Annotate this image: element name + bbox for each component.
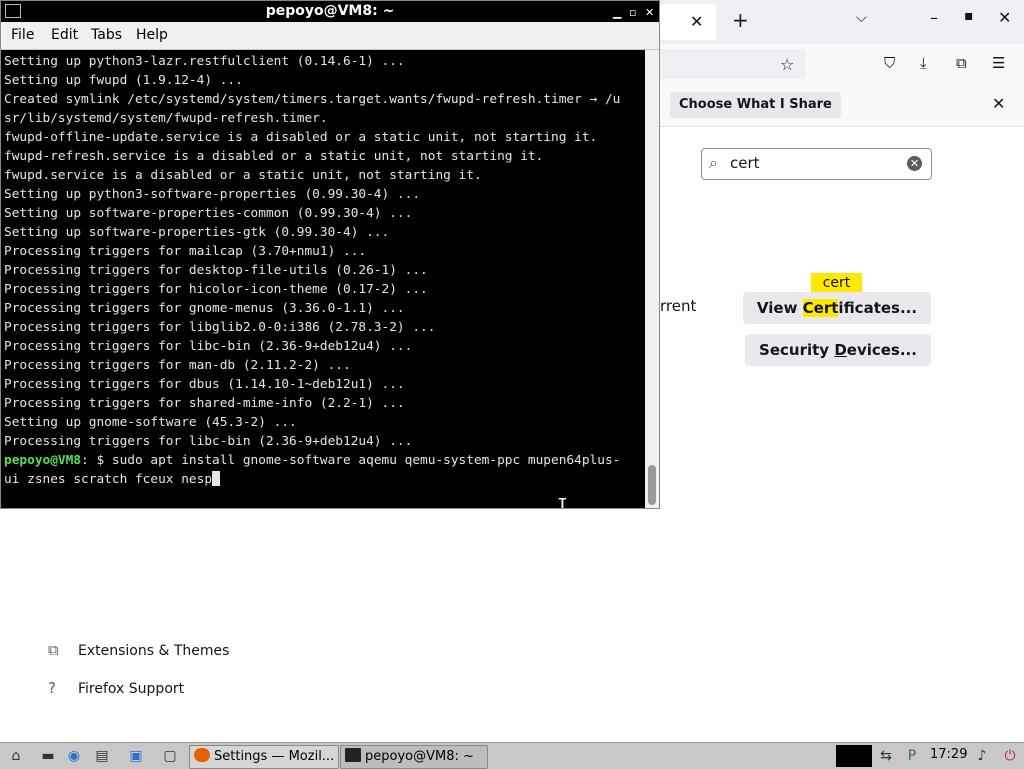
- terminal-app-icon: [5, 4, 21, 18]
- terminal-scrollbar[interactable]: [645, 50, 659, 508]
- show-desktop-icon[interactable]: ▬: [38, 746, 58, 766]
- scrollbar-thumb[interactable]: [648, 465, 656, 505]
- bookmark-star-icon[interactable]: ☆: [780, 55, 794, 74]
- choose-what-i-share-button[interactable]: Choose What I Share: [670, 92, 841, 118]
- file-manager-icon[interactable]: ▤: [92, 746, 112, 766]
- data-collection-notice-bar: Choose What I Share ✕: [660, 84, 1024, 127]
- terminal-menubar: File Edit Tabs Help: [1, 22, 659, 50]
- close-window-button[interactable]: ✕: [998, 8, 1011, 27]
- security-devices-label-end: evices...: [846, 341, 917, 359]
- pocket-icon[interactable]: ⛉: [884, 54, 895, 72]
- output-line: Processing triggers for man-db (2.11.2-2…: [4, 358, 351, 373]
- output-line: Processing triggers for shared-mime-info…: [4, 396, 405, 411]
- notice-close-icon[interactable]: ✕: [992, 94, 1005, 113]
- output-line: Setting up software-properties-common (0…: [4, 206, 413, 221]
- command-line: : $ sudo apt install gnome-software aqem…: [81, 453, 621, 468]
- output-line: Processing triggers for libc-bin (2.36-9…: [4, 339, 413, 354]
- maximize-button[interactable]: ▪: [964, 8, 974, 24]
- p-tray-icon[interactable]: P: [902, 746, 922, 766]
- browser-launcher-icon[interactable]: ◉: [64, 746, 84, 766]
- maximize-button[interactable]: ▫: [629, 2, 636, 23]
- ibeam-pointer-icon: I: [557, 495, 568, 508]
- view-certificates-label-end: ificates...: [838, 299, 918, 317]
- sidebar-item-extensions-themes[interactable]: ⧉ Extensions & Themes: [48, 641, 229, 659]
- output-line: Setting up gnome-software (45.3-2) ...: [4, 415, 297, 430]
- workspace-2-icon[interactable]: ▢: [160, 746, 180, 766]
- output-line: fwupd.service is a disabled or a static …: [4, 168, 482, 183]
- url-bar[interactable]: ☆: [660, 49, 806, 79]
- output-line: Processing triggers for mailcap (3.70+nm…: [4, 244, 367, 259]
- output-line: sr/lib/systemd/system/fwupd-refresh.time…: [4, 111, 328, 126]
- output-line: Processing triggers for dbus (1.14.10-1~…: [4, 377, 405, 392]
- output-line: Processing triggers for hicolor-icon-the…: [4, 282, 428, 297]
- search-input[interactable]: cert: [730, 154, 760, 172]
- output-line: Processing triggers for gnome-menus (3.3…: [4, 301, 405, 316]
- security-devices-label-start: Security: [759, 341, 835, 359]
- menu-help[interactable]: Help: [136, 27, 168, 43]
- output-line: Processing triggers for libglib2.0-0:i38…: [4, 320, 436, 335]
- output-line: fwupd-refresh.service is a disabled or a…: [4, 149, 544, 164]
- output-line: Created symlink /etc/systemd/system/time…: [4, 92, 621, 107]
- terminal-window: pepoyo@VM8: ~ ▁ ▫ ✕ File Edit Tabs Help …: [0, 0, 660, 509]
- view-certificates-label-start: View: [756, 299, 803, 317]
- start-menu-icon[interactable]: ⌂: [6, 746, 26, 766]
- network-icon[interactable]: ⇆: [876, 746, 896, 766]
- minimize-button[interactable]: ▁: [613, 2, 621, 23]
- workspace-1-icon[interactable]: ▣: [126, 746, 146, 766]
- minimize-button[interactable]: –: [930, 8, 938, 27]
- search-icon: ⌕: [709, 153, 718, 172]
- text-cursor: [212, 471, 221, 486]
- output-line: Setting up python3-lazr.restfulclient (0…: [4, 54, 405, 69]
- download-icon[interactable]: ⤓: [920, 54, 927, 72]
- firefox-nav-bar: ☆ ⛉ ⤓ ⧉ ☰: [660, 44, 1024, 85]
- security-devices-button[interactable]: Security Devices...: [745, 334, 931, 366]
- search-match-tooltip: cert: [811, 273, 862, 293]
- output-line: Setting up python3-software-properties (…: [4, 187, 421, 202]
- partially-hidden-label: rrent: [660, 297, 697, 315]
- taskbar-item-terminal[interactable]: pepoyo@VM8: ~: [340, 745, 488, 769]
- firefox-icon: [194, 748, 210, 762]
- output-line: Processing triggers for libc-bin (2.36-9…: [4, 434, 413, 449]
- menu-file[interactable]: File: [11, 27, 34, 43]
- clear-search-icon[interactable]: ✕: [907, 156, 922, 171]
- menu-tabs[interactable]: Tabs: [91, 27, 122, 43]
- sidebar-item-label: Extensions & Themes: [78, 643, 230, 659]
- firefox-tab-strip: ✕ + ⌵ – ▪ ✕: [660, 0, 1024, 44]
- menu-edit[interactable]: Edit: [51, 27, 78, 43]
- terminal-output[interactable]: Setting up python3-lazr.restfulclient (0…: [1, 50, 645, 508]
- taskbar: ⌂ ▬ ◉ ▤ ▣ ▢ Settings — Mozil... pepoyo@V…: [0, 742, 1024, 769]
- menu-icon[interactable]: ☰: [992, 54, 1005, 72]
- power-icon[interactable]: ⏻: [1000, 746, 1020, 766]
- sidebar-item-firefox-support[interactable]: ? Firefox Support: [48, 679, 184, 697]
- help-icon: ?: [48, 679, 56, 697]
- sidebar-item-label: Firefox Support: [78, 681, 185, 697]
- close-window-button[interactable]: ✕: [645, 2, 654, 23]
- output-line: Processing triggers for desktop-file-uti…: [4, 263, 428, 278]
- output-line: fwupd-offline-update.service is a disabl…: [4, 130, 598, 145]
- taskbar-item-label: Settings — Mozil...: [214, 749, 335, 764]
- new-tab-button[interactable]: +: [732, 8, 749, 32]
- search-highlight: Cert: [802, 299, 839, 317]
- clock[interactable]: 17:29: [930, 747, 967, 762]
- command-line-continued: ui zsnes scratch fceux nesp: [4, 472, 213, 487]
- cpu-monitor: [836, 745, 872, 767]
- settings-search-field[interactable]: ⌕ cert ✕: [701, 148, 932, 180]
- terminal-title: pepoyo@VM8: ~: [265, 3, 395, 19]
- terminal-titlebar[interactable]: pepoyo@VM8: ~ ▁ ▫ ✕: [1, 1, 659, 22]
- output-line: Setting up fwupd (1.9.12-4) ...: [4, 73, 243, 88]
- terminal-text: Setting up python3-lazr.restfulclient (0…: [4, 52, 620, 489]
- puzzle-icon: ⧉: [48, 641, 59, 659]
- output-line: Setting up software-properties-gtk (0.99…: [4, 225, 390, 240]
- firefox-tab-settings[interactable]: ✕: [660, 4, 716, 40]
- security-devices-accesskey: D: [834, 341, 847, 359]
- tab-close-icon[interactable]: ✕: [690, 12, 703, 31]
- terminal-icon: [345, 748, 361, 762]
- extensions-icon[interactable]: ⧉: [956, 54, 967, 72]
- volume-icon[interactable]: ♪: [972, 746, 992, 766]
- list-all-tabs-button[interactable]: ⌵: [856, 10, 867, 26]
- shell-prompt: pepoyo@VM8: [4, 453, 82, 468]
- taskbar-item-firefox[interactable]: Settings — Mozil...: [189, 745, 339, 769]
- taskbar-item-label: pepoyo@VM8: ~: [365, 749, 474, 764]
- view-certificates-button[interactable]: View Certificates...: [743, 292, 931, 324]
